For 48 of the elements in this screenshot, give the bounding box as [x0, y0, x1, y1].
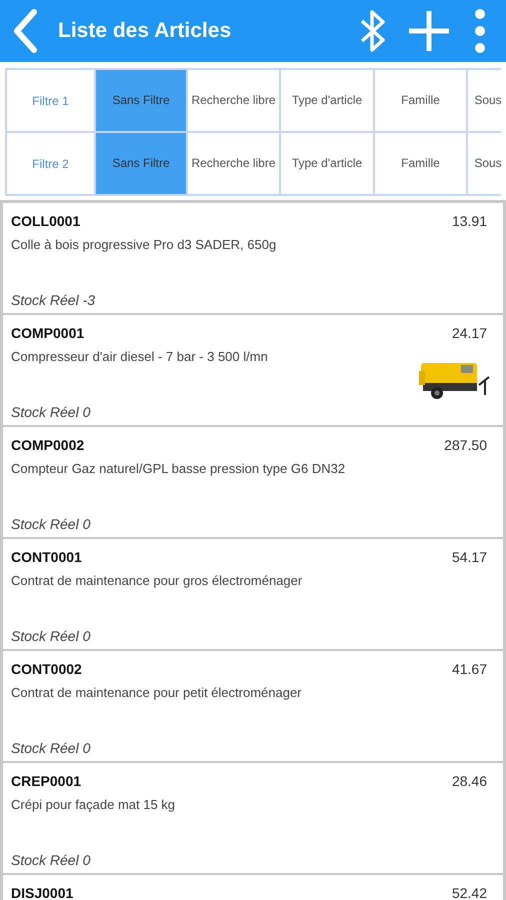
article-description: Contrat de maintenance pour petit électroménager: [11, 684, 303, 702]
article-price: 52.42: [452, 884, 487, 900]
filter-option[interactable]: Type d'article: [281, 133, 373, 194]
more-icon[interactable]: [474, 8, 486, 54]
back-icon[interactable]: [12, 9, 38, 53]
article-card[interactable]: CONT0002 41.67 Contrat de maintenance pour petit électroménager Stock Réel 0: [3, 651, 503, 761]
filter-label: Filtre 2: [7, 133, 94, 194]
article-description: Crépi pour façade mat 15 kg: [11, 796, 176, 814]
app-title: Liste des Articles: [58, 18, 232, 44]
filter-option[interactable]: Famille: [375, 70, 466, 131]
filter-label: Filtre 1: [7, 70, 94, 131]
article-price: 28.46: [452, 772, 487, 791]
article-price: 41.67: [452, 660, 487, 679]
stock-text: Stock Réel 0: [11, 403, 92, 422]
filter-option[interactable]: Type d'article: [281, 70, 373, 131]
article-card[interactable]: CREP0001 28.46 Crépi pour façade mat 15 kg Stock Réel 0: [3, 763, 503, 873]
stock-text: Stock Réel 0: [11, 851, 92, 870]
stock-text: Stock Réel 0: [11, 627, 92, 646]
article-price: 13.91: [452, 212, 487, 231]
article-price: 24.17: [452, 324, 487, 343]
filter-option[interactable]: Sans Filtre: [96, 133, 186, 194]
article-card[interactable]: COMP0002 287.50 Compteur Gaz naturel/GPL basse pression type G6 DN32 Stock Réel 0: [3, 427, 503, 537]
article-description: Compresseur d'air diesel - 7 bar - 3 500 l/mn: [11, 348, 269, 366]
article-code: COLL0001: [11, 212, 80, 231]
article-code: CREP0001: [11, 772, 82, 791]
article-code: DISJ0001: [11, 884, 74, 900]
article-description: Contrat de maintenance pour gros électroménager: [11, 572, 304, 590]
filter-option[interactable]: Famille: [375, 133, 466, 194]
filter-option[interactable]: Sans Filtre: [96, 70, 186, 131]
bluetooth-icon[interactable]: [358, 8, 388, 54]
article-card[interactable]: CONT0001 54.17 Contrat de maintenance pour gros électroménager Stock Réel 0: [3, 539, 503, 649]
article-card[interactable]: COMP0001 24.17 Compresseur d'air diesel - 7 bar - 3 500 l/mn Stock Réel 0: [3, 315, 503, 425]
article-price: 54.17: [452, 548, 487, 567]
stock-text: Stock Réel -3: [11, 291, 96, 310]
filter-option[interactable]: Recherche libre: [188, 70, 279, 131]
article-description: Colle à bois progressive Pro d3 SADER, 650g: [11, 236, 278, 254]
article-price: 287.50: [444, 436, 487, 455]
filter-option[interactable]: Recherche libre: [188, 133, 279, 194]
article-code: CONT0001: [11, 548, 82, 567]
article-code: CONT0002: [11, 660, 82, 679]
article-code: COMP0002: [11, 436, 84, 455]
stock-text: Stock Réel 0: [11, 515, 92, 534]
article-card[interactable]: COLL0001 13.91 Colle à bois progressive Pro d3 SADER, 650g Stock Réel -3: [3, 203, 503, 313]
article-card[interactable]: DISJ0001 52.42: [3, 875, 503, 900]
article-description: Compteur Gaz naturel/GPL basse pression type G6 DN32: [11, 460, 346, 478]
add-icon[interactable]: [406, 8, 452, 54]
article-code: COMP0001: [11, 324, 84, 343]
stock-text: Stock Réel 0: [11, 739, 92, 758]
